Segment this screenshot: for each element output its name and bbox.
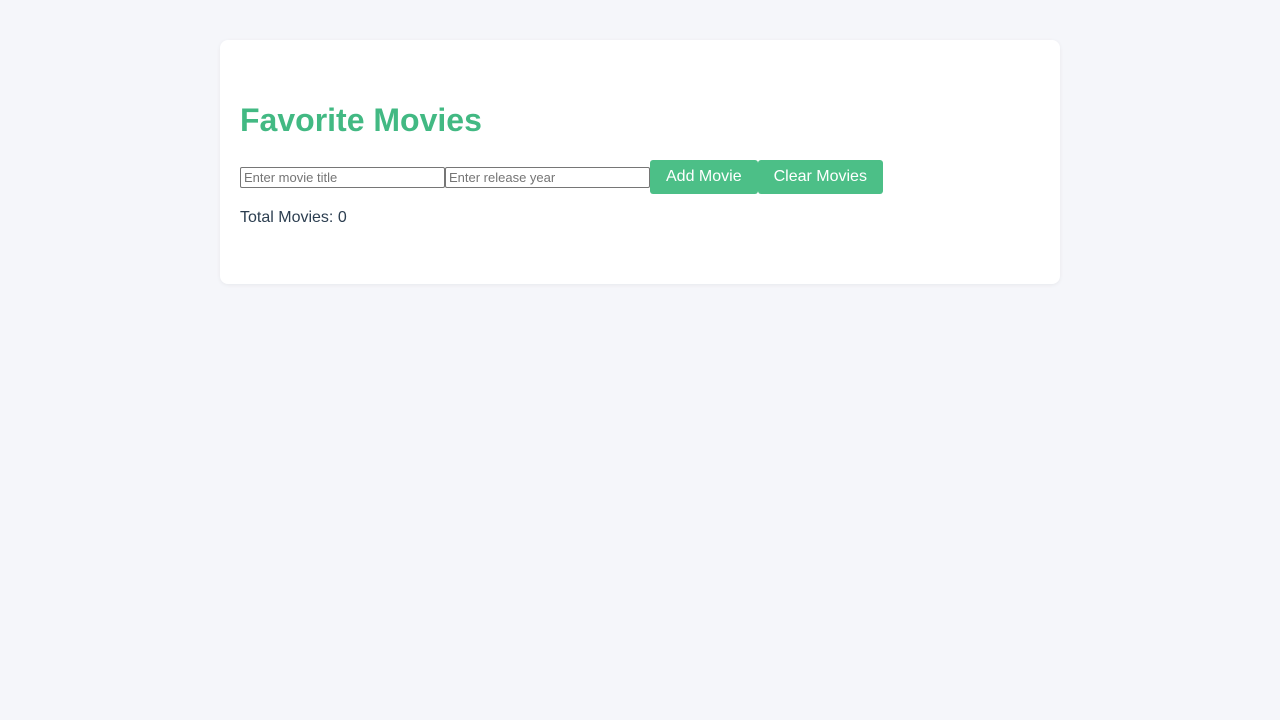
release-year-input[interactable] (445, 166, 650, 188)
add-movie-button[interactable]: Add Movie (650, 160, 758, 194)
movie-title-input[interactable] (240, 166, 445, 188)
total-movies-count: Total Movies: 0 (240, 209, 347, 226)
clear-movies-button[interactable]: Clear Movies (757, 160, 883, 194)
movies-card: Favorite Movies Add Movie Clear Movies T… (220, 40, 1060, 284)
page-title: Favorite Movies (240, 102, 482, 138)
movie-form: Add Movie Clear Movies (240, 160, 883, 194)
